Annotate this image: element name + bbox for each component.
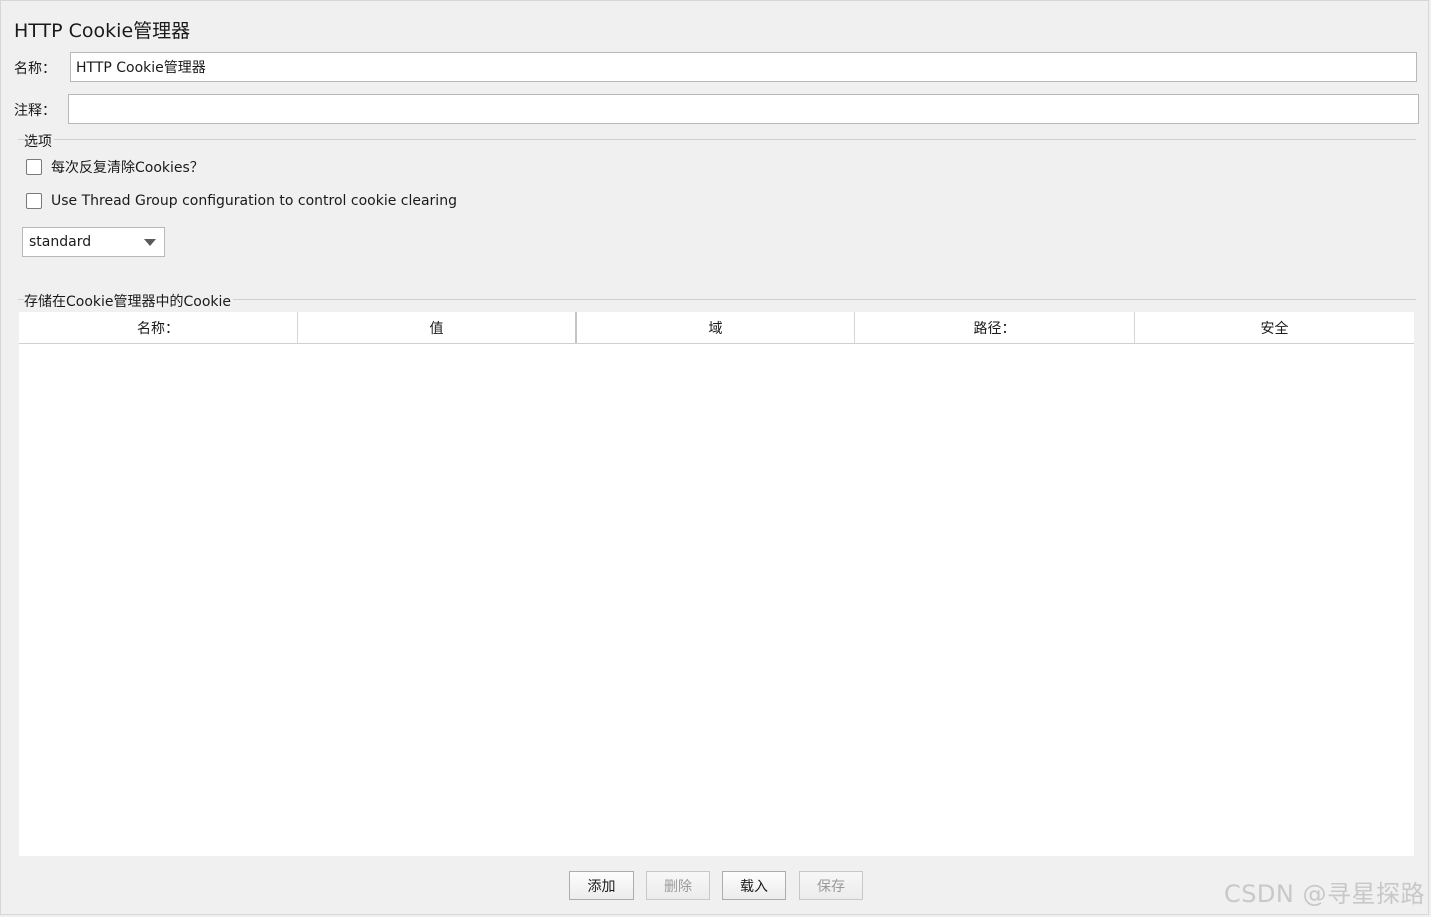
- table-header: 名称： 值 域 路径： 安全: [19, 312, 1414, 344]
- name-input[interactable]: [70, 52, 1417, 82]
- checkbox-unchecked-icon[interactable]: [26, 159, 42, 175]
- page-title: HTTP Cookie管理器: [14, 20, 191, 42]
- load-button[interactable]: 载入: [722, 871, 786, 900]
- cookies-group-title: 存储在Cookie管理器中的Cookie: [24, 291, 234, 311]
- name-label: 名称：: [14, 61, 56, 77]
- delete-button[interactable]: 删除: [646, 871, 710, 900]
- clear-each-iteration-label: 每次反复清除Cookies？: [51, 160, 204, 176]
- use-thread-group-checkbox[interactable]: Use Thread Group configuration to contro…: [26, 193, 457, 209]
- watermark: CSDN @寻星探路: [1223, 880, 1425, 908]
- column-header-domain[interactable]: 域: [577, 312, 855, 343]
- checkbox-unchecked-icon[interactable]: [26, 193, 42, 209]
- dropdown-arrow-icon[interactable]: [144, 239, 156, 246]
- cookie-table[interactable]: 名称： 值 域 路径： 安全: [19, 312, 1414, 856]
- clear-each-iteration-checkbox[interactable]: 每次反复清除Cookies？: [26, 157, 204, 177]
- comment-input[interactable]: [68, 94, 1419, 124]
- column-header-value[interactable]: 值: [298, 312, 577, 343]
- add-button[interactable]: 添加: [569, 871, 634, 900]
- comment-label: 注释：: [14, 103, 56, 119]
- cookie-policy-select[interactable]: standard: [22, 227, 165, 257]
- table-body[interactable]: [19, 344, 1414, 856]
- options-group-title: 选项: [24, 131, 54, 151]
- column-header-path[interactable]: 路径：: [855, 312, 1135, 343]
- save-button[interactable]: 保存: [799, 871, 863, 900]
- use-thread-group-label: Use Thread Group configuration to contro…: [51, 193, 457, 209]
- column-header-secure[interactable]: 安全: [1135, 312, 1414, 343]
- button-bar: 添加 删除 载入 保存: [0, 871, 1431, 900]
- options-group-border: [18, 139, 1416, 140]
- column-header-name[interactable]: 名称：: [19, 312, 298, 343]
- cookie-policy-value: standard: [29, 234, 92, 250]
